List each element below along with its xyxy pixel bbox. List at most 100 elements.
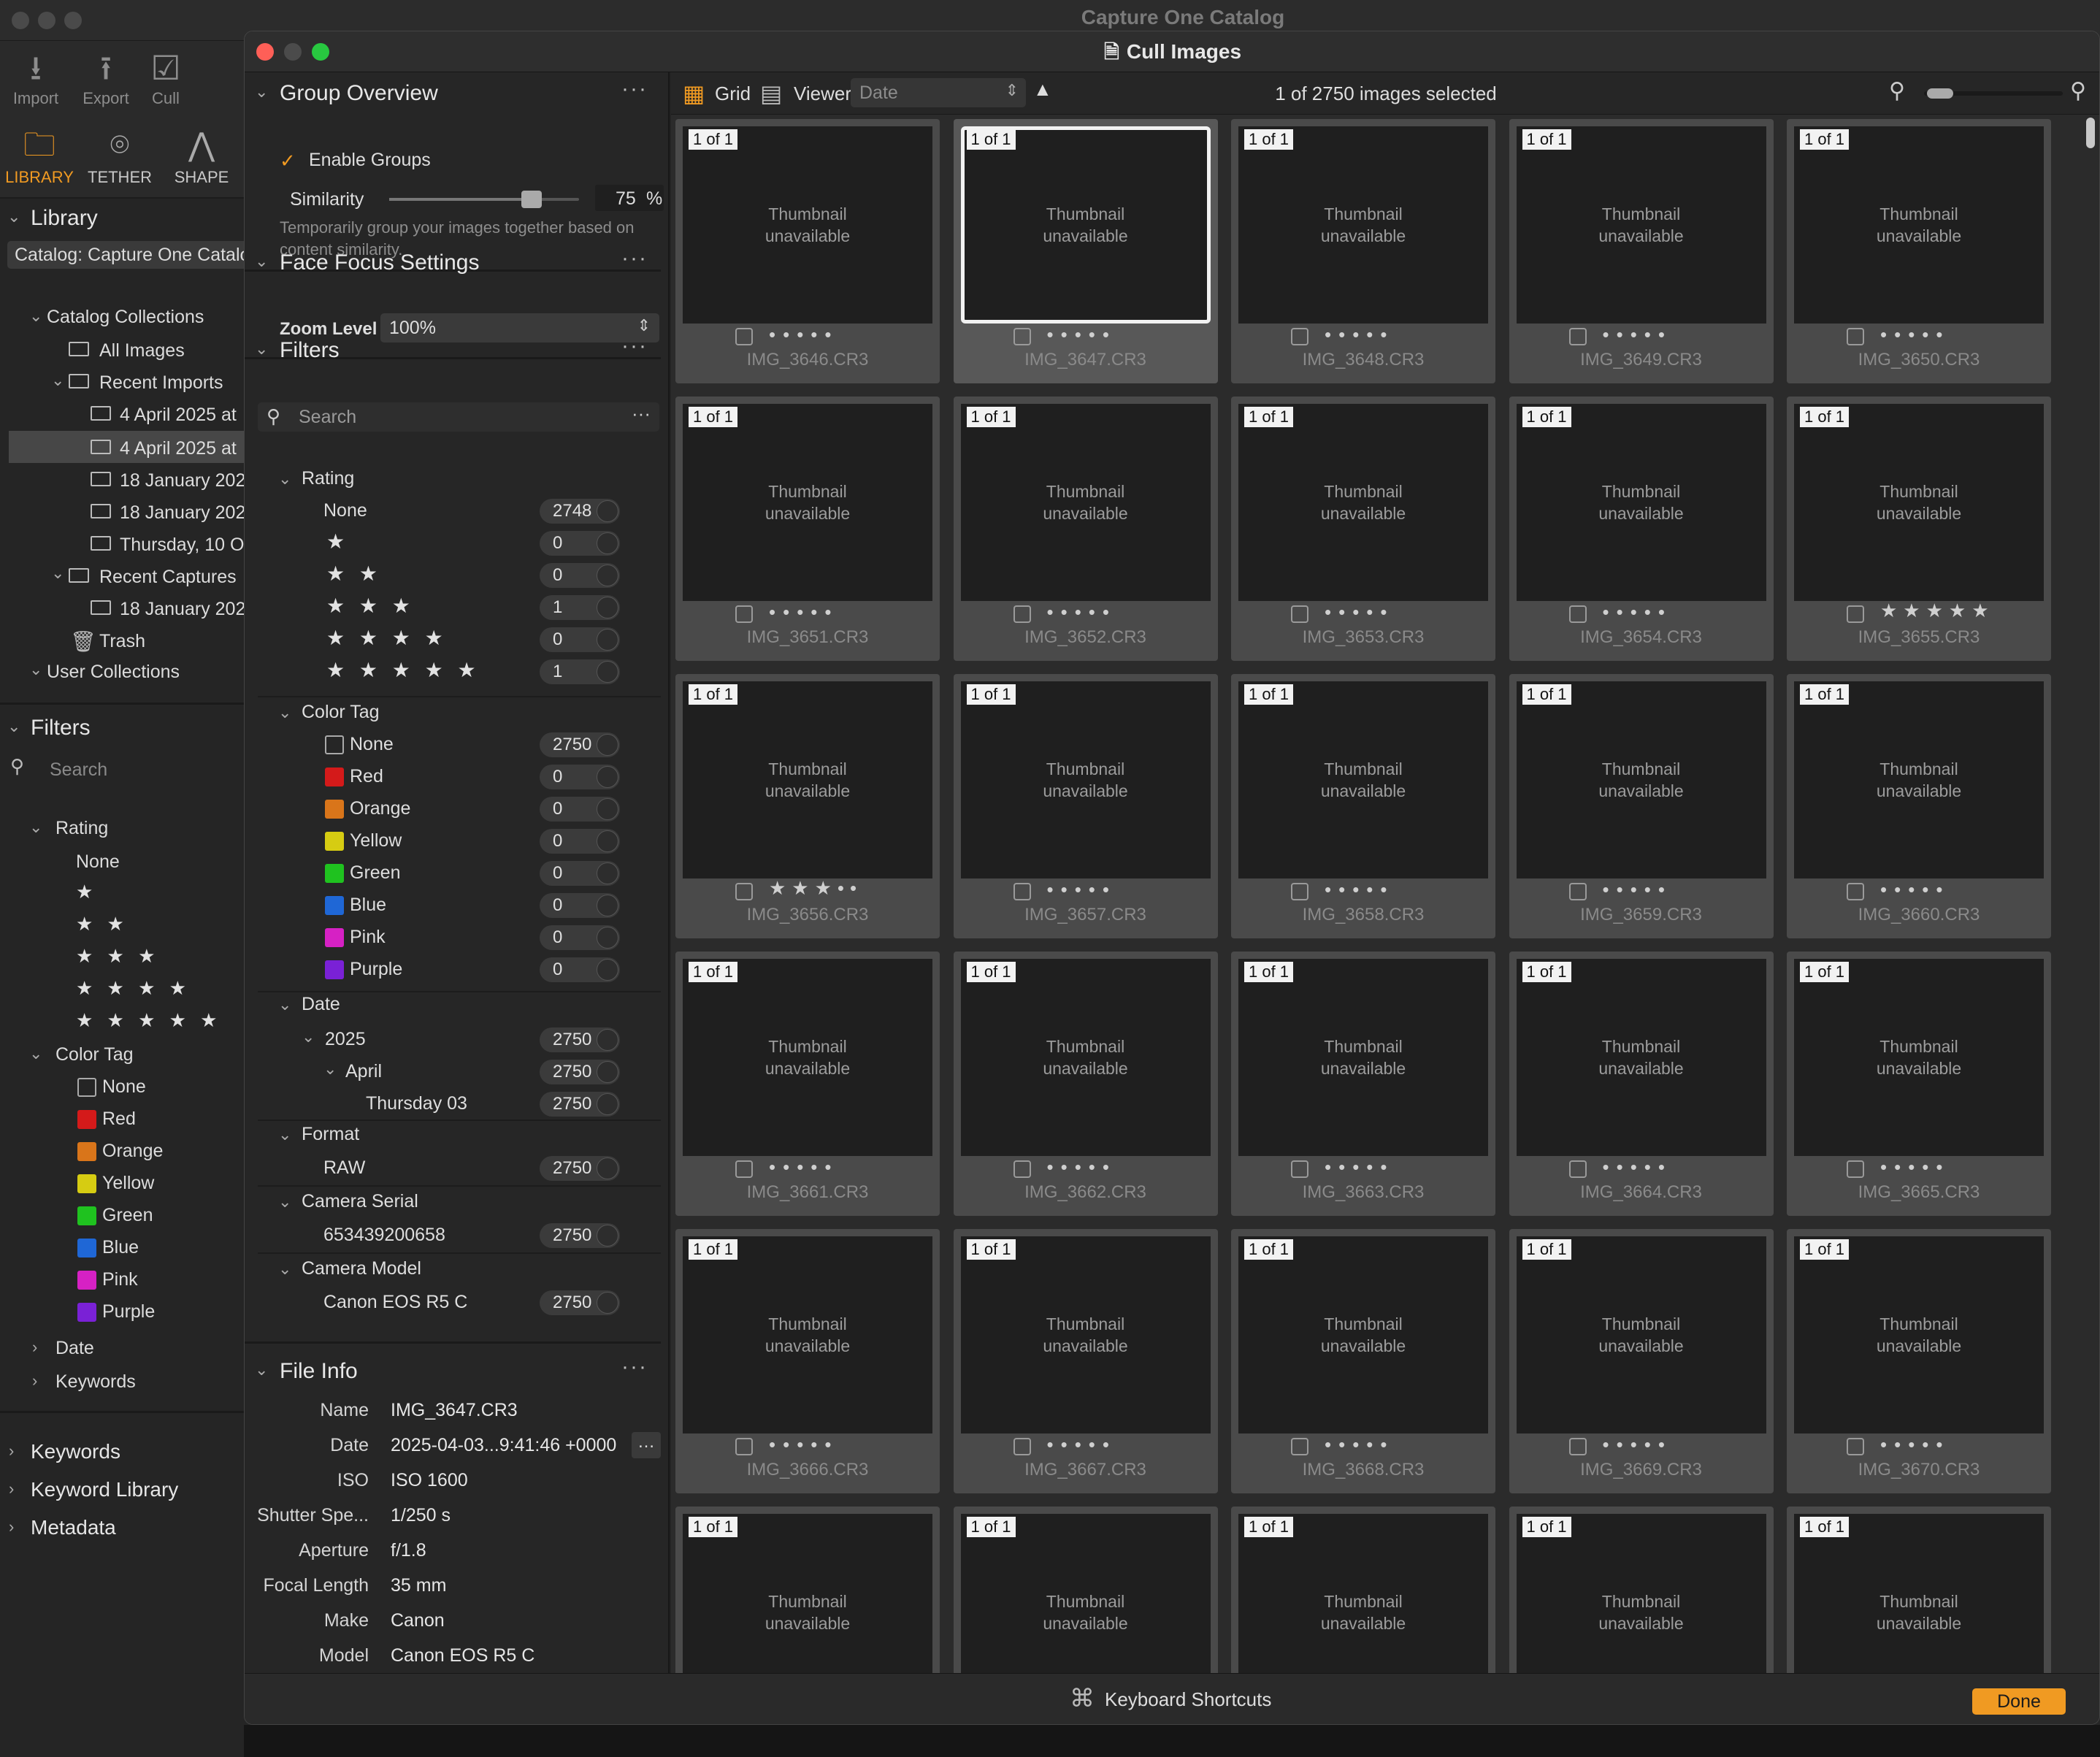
star-rating[interactable]: ★★★★★	[1880, 600, 1995, 622]
color-count-toggle[interactable]: 0	[540, 893, 620, 918]
date-day[interactable]: Thursday 03	[366, 1093, 467, 1114]
image-cell[interactable]: 1 of 1 Thumbnail unavailable ••••• IMG_3663.…	[1231, 952, 1495, 1216]
color-tag-red[interactable]: Red	[102, 1109, 136, 1130]
select-checkbox[interactable]	[1568, 328, 1587, 345]
capture-item[interactable]: 18 January 202	[120, 599, 245, 620]
select-checkbox[interactable]	[1568, 1438, 1587, 1455]
rating-5[interactable]: ★ ★ ★ ★ ★	[76, 1009, 221, 1032]
color-tag-pink[interactable]: Pink	[350, 927, 386, 948]
select-checkbox[interactable]	[1847, 328, 1864, 345]
import-item[interactable]: 18 January 202	[120, 470, 245, 491]
color-tag-red[interactable]: Red	[350, 766, 383, 787]
image-cell[interactable]: 1 of 1 Thumbnail unavailable ••••• IMG_3657.…	[953, 674, 1218, 938]
color-count-toggle[interactable]: 0	[540, 829, 620, 854]
more-icon[interactable]: ···	[621, 77, 648, 102]
image-cell[interactable]: 1 of 1 Thumbnail unavailable	[1787, 1507, 2051, 1673]
chevron-down-icon[interactable]: ⌄	[278, 1125, 291, 1144]
image-cell[interactable]: 1 of 1 Thumbnail unavailable ••••• IMG_3661.…	[675, 952, 940, 1216]
star-rating[interactable]: •••••	[1047, 879, 1117, 901]
chevron-down-icon[interactable]: ⌄	[29, 660, 42, 679]
rating-count-toggle[interactable]: 2748	[540, 499, 620, 524]
select-checkbox[interactable]	[1847, 1438, 1864, 1455]
image-cell[interactable]: 1 of 1 Thumbnail unavailable ••••• IMG_3654.…	[1509, 397, 1774, 661]
grid-scrollbar[interactable]	[2086, 118, 2095, 148]
export-button[interactable]: ⭱ Export	[73, 47, 139, 108]
rating-count-toggle[interactable]: 0	[540, 627, 620, 652]
more-icon[interactable]: ···	[632, 402, 651, 425]
select-checkbox[interactable]	[735, 883, 753, 900]
rating-4[interactable]: ★ ★ ★ ★	[76, 977, 191, 1000]
chevron-down-icon[interactable]: ⌄	[51, 564, 64, 583]
zoom-out-icon[interactable]: ⚲	[1889, 78, 1905, 104]
star-rating[interactable]: •••••	[1880, 1156, 1950, 1179]
date-day-count[interactable]: 2750	[540, 1092, 620, 1117]
star-rating[interactable]: •••••	[769, 1433, 839, 1456]
filters-search-input[interactable]: ⚲ Search ···	[258, 402, 659, 432]
import-item[interactable]: 18 January 202	[120, 502, 245, 524]
camera-model-count[interactable]: 2750	[540, 1290, 620, 1315]
image-cell[interactable]: 1 of 1 Thumbnail unavailable	[1231, 1507, 1495, 1673]
filters-header[interactable]: ⌄ Filters ···	[245, 329, 661, 373]
cull-button[interactable]: ☑ Cull	[133, 47, 199, 108]
keyword-library-section[interactable]: Keyword Library	[31, 1478, 178, 1501]
select-checkbox[interactable]	[1847, 1160, 1864, 1178]
image-cell[interactable]: 1 of 1 Thumbnail unavailable ••••• IMG_3646.…	[675, 119, 940, 383]
rating-1-stars[interactable]: ★	[326, 529, 349, 554]
all-images[interactable]: All Images	[99, 340, 185, 361]
color-count-toggle[interactable]: 0	[540, 765, 620, 789]
image-cell[interactable]: 1 of 1 Thumbnail unavailable ••••• IMG_3665.…	[1787, 952, 2051, 1216]
select-checkbox[interactable]	[1291, 883, 1308, 900]
rating-count-toggle[interactable]: 0	[540, 563, 620, 588]
rating-3-stars[interactable]: ★ ★ ★	[326, 594, 415, 618]
image-cell[interactable]: 1 of 1 Thumbnail unavailable ••••• IMG_3658.…	[1231, 674, 1495, 938]
image-cell[interactable]: 1 of 1 Thumbnail unavailable ★★★•• IMG_3656.…	[675, 674, 940, 938]
image-cell[interactable]: 1 of 1 Thumbnail unavailable ••••• IMG_3650.…	[1787, 119, 2051, 383]
date-year-count[interactable]: 2750	[540, 1027, 620, 1052]
rating-2[interactable]: ★ ★	[76, 913, 129, 935]
color-tag-purple[interactable]: Purple	[350, 959, 402, 980]
filters-search-input[interactable]: Search	[50, 759, 107, 781]
star-rating[interactable]: •••••	[1880, 324, 1950, 346]
import-item[interactable]: 4 April 2025 at	[120, 438, 237, 459]
image-cell[interactable]: 1 of 1 Thumbnail unavailable ••••• IMG_3649.…	[1509, 119, 1774, 383]
select-checkbox[interactable]	[1847, 605, 1864, 623]
rating-count-toggle[interactable]: 1	[540, 595, 620, 620]
image-cell[interactable]: 1 of 1 Thumbnail unavailable ••••• IMG_3652.…	[953, 397, 1218, 661]
chevron-down-icon[interactable]: ⌄	[29, 1044, 42, 1063]
keywords-section[interactable]: Keywords	[31, 1440, 120, 1463]
star-rating[interactable]: •••••	[1603, 1156, 1673, 1179]
image-cell[interactable]: 1 of 1 Thumbnail unavailable ★★★★★ IMG_3655.…	[1787, 397, 2051, 661]
select-checkbox[interactable]	[1291, 328, 1308, 345]
star-rating[interactable]: •••••	[1603, 601, 1673, 624]
image-cell[interactable]: 1 of 1 Thumbnail unavailable ••••• IMG_3662.…	[953, 952, 1218, 1216]
chevron-down-icon[interactable]: ⌄	[278, 703, 291, 722]
color-count-toggle[interactable]: 0	[540, 797, 620, 822]
select-checkbox[interactable]	[1013, 1160, 1031, 1178]
thumbnail-size-knob[interactable]	[1927, 88, 1953, 99]
rating-none[interactable]: None	[76, 851, 120, 873]
star-rating[interactable]: •••••	[769, 324, 839, 346]
star-rating[interactable]: •••••	[1880, 1433, 1950, 1456]
recent-imports[interactable]: Recent Imports	[99, 372, 223, 394]
select-checkbox[interactable]	[1291, 1438, 1308, 1455]
import-button[interactable]: ⭳ Import	[3, 47, 69, 108]
star-rating[interactable]: •••••	[1325, 1156, 1395, 1179]
enable-groups-checkbox[interactable]: ✓	[280, 150, 296, 172]
similarity-slider[interactable]	[389, 191, 579, 208]
color-tag-none[interactable]: None	[102, 1076, 146, 1098]
rating-4-stars[interactable]: ★ ★ ★ ★	[326, 626, 448, 650]
similarity-value-field[interactable]: 75 %	[595, 185, 664, 211]
color-count-toggle[interactable]: 0	[540, 925, 620, 950]
keywords-filter[interactable]: Keywords	[55, 1371, 136, 1393]
chevron-down-icon[interactable]: ⌄	[302, 1027, 315, 1046]
camera-serial-count[interactable]: 2750	[540, 1223, 620, 1248]
color-count-toggle[interactable]: 0	[540, 957, 620, 982]
import-item[interactable]: Thursday, 10 O	[120, 535, 244, 556]
star-rating[interactable]: •••••	[1603, 1433, 1673, 1456]
rating-count-toggle[interactable]: 0	[540, 531, 620, 556]
rating-none[interactable]: None	[323, 500, 367, 521]
color-tag-pink[interactable]: Pink	[102, 1269, 138, 1290]
star-rating[interactable]: •••••	[1880, 879, 1950, 901]
select-checkbox[interactable]	[1013, 328, 1031, 345]
zoom-in-icon[interactable]: ⚲	[2070, 78, 2086, 104]
